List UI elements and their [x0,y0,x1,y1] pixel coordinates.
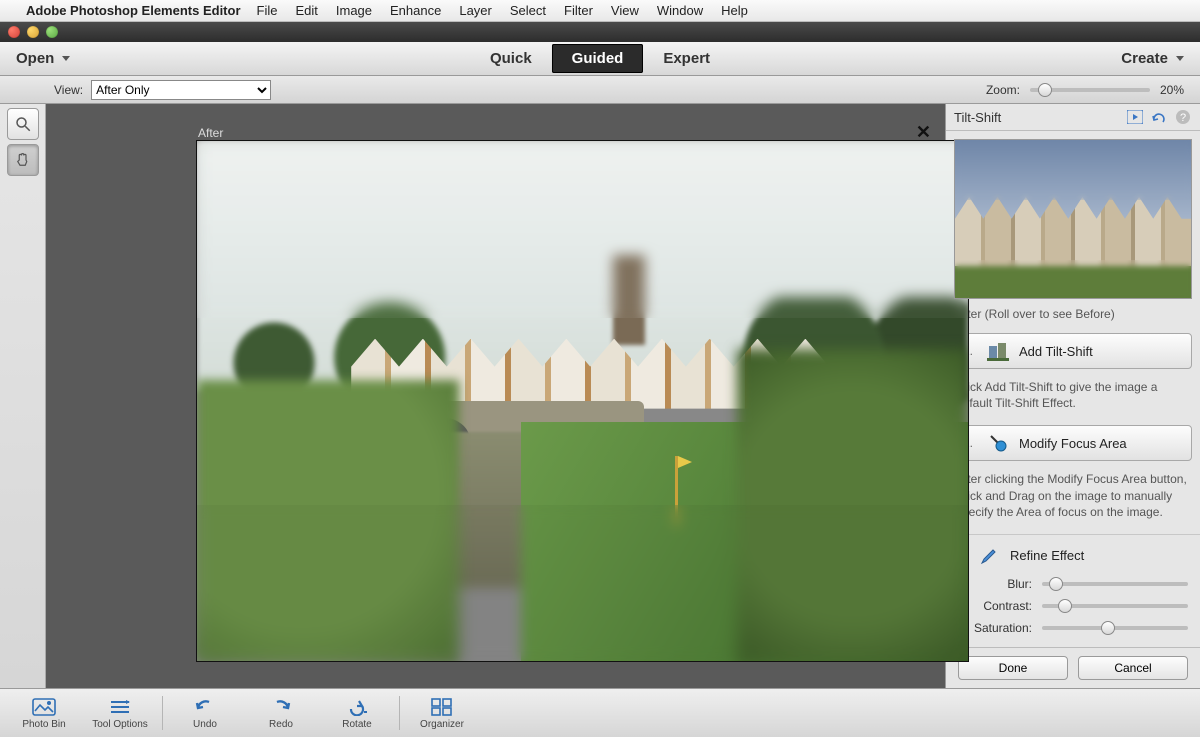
zoom-value: 20% [1160,83,1184,97]
panel-footer: Done Cancel [946,647,1200,688]
preview-thumbnail[interactable] [954,139,1192,299]
undo-label: Undo [193,719,217,730]
menu-help[interactable]: Help [721,3,748,18]
hand-tool-button[interactable] [7,144,39,176]
window-zoom-icon[interactable] [46,26,58,38]
tilt-shift-icon [987,340,1009,362]
cancel-button[interactable]: Cancel [1078,656,1188,680]
organizer-icon [430,697,454,717]
canvas-area[interactable]: After ✕ [46,104,945,688]
blur-slider[interactable] [1042,582,1188,586]
tool-options-label: Tool Options [92,719,148,730]
brush-icon [978,545,1000,567]
undo-icon [193,697,217,717]
bottom-taskbar: Photo Bin Tool Options Undo Redo Rotate … [0,688,1200,737]
menu-select[interactable]: Select [510,3,546,18]
magnifier-icon [14,115,32,133]
photo-bin-label: Photo Bin [22,719,65,730]
contrast-slider[interactable] [1042,604,1188,608]
open-label: Open [16,50,54,67]
mode-bar: Open Quick Guided Expert Create [0,42,1200,76]
menu-enhance[interactable]: Enhance [390,3,441,18]
mac-menubar: Adobe Photoshop Elements Editor File Edi… [0,0,1200,22]
create-button[interactable]: Create [1121,50,1184,67]
step2-label: Modify Focus Area [1019,436,1127,451]
guided-panel: Tilt-Shift ? After (Roll over to see Bef… [945,104,1200,688]
zoom-slider[interactable] [1030,88,1150,92]
menu-view[interactable]: View [611,3,639,18]
modify-focus-area-button[interactable]: 2. Modify Focus Area [954,425,1192,461]
toolstrip [0,104,46,688]
create-label: Create [1121,50,1168,67]
hand-icon [14,151,32,169]
saturation-slider[interactable] [1042,626,1188,630]
focus-area-icon [987,432,1009,454]
view-label: View: [54,83,83,97]
canvas-image[interactable] [196,140,969,662]
option-bar: View: After Only Zoom: 20% [0,76,1200,104]
window-minimize-icon[interactable] [27,26,39,38]
done-button[interactable]: Done [958,656,1068,680]
organizer-label: Organizer [420,719,464,730]
photo-bin-icon [32,697,56,717]
rotate-icon [345,697,369,717]
view-select[interactable]: After Only [91,80,271,100]
tab-expert[interactable]: Expert [643,44,730,73]
play-preview-icon[interactable] [1126,108,1144,126]
panel-header: Tilt-Shift ? [946,104,1200,131]
organizer-button[interactable]: Organizer [406,691,478,736]
refine-effect-header: 3. Refine Effect [954,545,1192,567]
traffic-lights [8,26,58,38]
rotate-label: Rotate [342,719,371,730]
app-name[interactable]: Adobe Photoshop Elements Editor [26,3,241,18]
menu-filter[interactable]: Filter [564,3,593,18]
tab-guided[interactable]: Guided [552,44,644,73]
step1-description: Click Add Tilt-Shift to give the image a… [946,373,1200,421]
redo-button[interactable]: Redo [245,691,317,736]
window-close-icon[interactable] [8,26,20,38]
menu-file[interactable]: File [257,3,278,18]
canvas-label: After [198,126,223,140]
main-area: After ✕ Tilt-Shift [0,104,1200,688]
taskbar-separator [399,696,400,730]
menu-layer[interactable]: Layer [459,3,492,18]
chevron-down-icon [62,56,70,61]
tab-quick[interactable]: Quick [470,44,552,73]
help-icon[interactable]: ? [1174,108,1192,126]
step3-label: Refine Effect [1010,548,1084,563]
mode-tabs: Quick Guided Expert [470,44,730,73]
zoom-tool-button[interactable] [7,108,39,140]
menu-window[interactable]: Window [657,3,703,18]
reset-icon[interactable] [1150,108,1168,126]
redo-label: Redo [269,719,293,730]
svg-text:?: ? [1180,112,1186,124]
tool-options-icon [108,697,132,717]
menu-edit[interactable]: Edit [295,3,317,18]
preview-caption: After (Roll over to see Before) [946,307,1200,329]
tool-options-button[interactable]: Tool Options [84,691,156,736]
menu-image[interactable]: Image [336,3,372,18]
photo-bin-button[interactable]: Photo Bin [8,691,80,736]
undo-button[interactable]: Undo [169,691,241,736]
zoom-label: Zoom: [986,83,1020,97]
redo-icon [269,697,293,717]
add-tilt-shift-button[interactable]: 1. Add Tilt-Shift [954,333,1192,369]
document-image [197,141,968,661]
chevron-down-icon [1176,56,1184,61]
rotate-button[interactable]: Rotate [321,691,393,736]
window-titlebar [0,22,1200,42]
panel-title: Tilt-Shift [954,110,1001,125]
taskbar-separator [162,696,163,730]
open-button[interactable]: Open [16,50,70,67]
step1-label: Add Tilt-Shift [1019,344,1093,359]
step2-description: After clicking the Modify Focus Area but… [946,465,1200,530]
